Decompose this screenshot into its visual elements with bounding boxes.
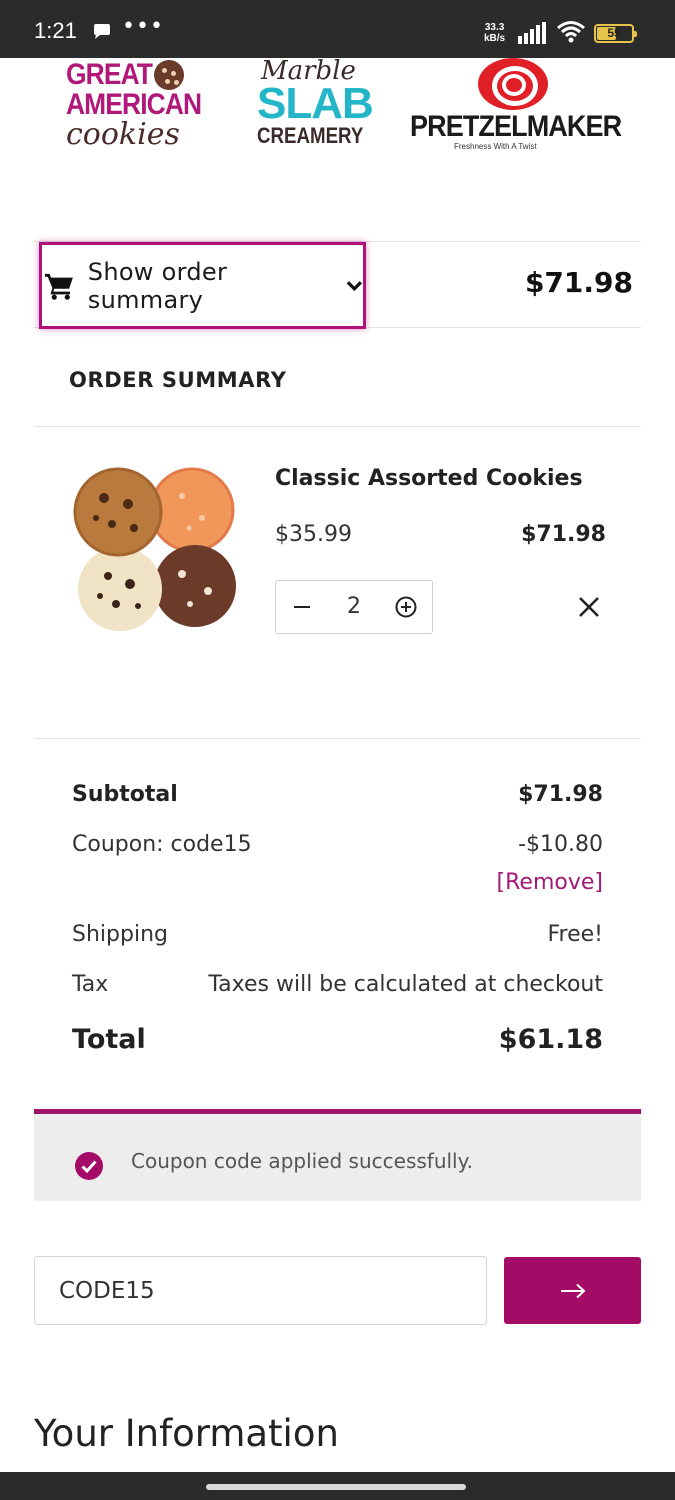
order-total-preview: $71.98 [524,266,633,299]
show-order-summary-label: Show order summary [87,257,228,314]
your-information-heading: Your Information [34,1412,339,1455]
pretzelmaker-logo: PRETZELMAKER Freshness With A Twist [410,58,622,152]
cell-signal-icon [518,22,546,44]
marble-logo-line3: CREAMERY [257,123,364,148]
pretzelmaker-name: PRETZELMAKER [410,110,622,143]
decrease-quantity-button[interactable] [294,595,312,619]
coupon-success-banner: Coupon code applied successfully. [34,1109,641,1201]
coupon-success-message: Coupon code applied successfully. [131,1149,473,1173]
apply-coupon-button[interactable] [504,1257,641,1324]
pretzelmaker-tagline: Freshness With A Twist [454,142,537,151]
increase-quantity-button[interactable] [394,595,418,619]
remove-item-close-icon[interactable] [576,594,602,620]
quantity-stepper: 2 [275,580,433,634]
great-american-cookies-logo: GREAT AMERICAN cookies [66,60,216,152]
check-circle-icon [75,1152,103,1180]
item-unit-price: $35.99 [275,522,352,547]
item-line-total: $71.98 [521,522,606,547]
home-gesture-bar[interactable] [206,1484,466,1490]
subtotal-value: $71.98 [518,782,603,807]
network-speed: 33.3 kB/s [484,22,505,44]
clock: 1:21 [34,18,77,43]
tax-value: Taxes will be calculated at checkout [208,972,603,997]
cookies-product-image [73,467,236,631]
tax-label: Tax [72,972,109,997]
wifi-icon [557,21,585,43]
quantity-value[interactable]: 2 [342,594,366,619]
gac-logo-line3: cookies [66,117,180,152]
remove-coupon-link[interactable]: [Remove] [497,870,603,895]
coupon-code-input[interactable] [34,1256,487,1325]
system-nav-bar [0,1472,675,1500]
marble-slab-creamery-logo: Marble SLAB CREAMERY [257,58,387,152]
battery-level: 55 [607,26,621,40]
total-label: Total [72,1024,146,1055]
gac-logo-line2: AMERICAN [66,88,202,121]
marble-logo-line2: SLAB [257,79,374,128]
chat-bubble-icon [94,24,110,39]
show-order-summary-button[interactable]: Show order summary [39,242,366,329]
shipping-value: Free! [547,922,603,947]
item-name: Classic Assorted Cookies [275,466,583,491]
shopping-cart-icon [44,273,73,300]
network-speed-unit: kB/s [484,33,506,44]
battery-icon: 55 [594,24,637,43]
more-notifications-icon: ••• [122,14,164,39]
network-speed-value: 33.3 [484,22,505,33]
divider [34,738,641,739]
total-value: $61.18 [498,1024,603,1055]
coupon-label: Coupon: code15 [72,832,252,857]
order-summary-heading: ORDER SUMMARY [69,368,287,392]
subtotal-label: Subtotal [72,782,178,807]
divider [34,426,641,427]
arrow-right-icon [560,1283,585,1298]
coupon-discount: -$10.80 [518,832,603,857]
chevron-down-icon [346,280,363,291]
shipping-label: Shipping [72,922,168,947]
cookie-icon [154,60,184,90]
order-summary-toggle-row: Show order summary $71.98 [34,241,641,329]
brand-logos: GREAT AMERICAN cookies Marble SLAB CREAM… [0,58,675,178]
status-bar: 1:21 ••• 33.3 kB/s 55 [0,0,675,58]
pretzel-icon [478,58,548,110]
